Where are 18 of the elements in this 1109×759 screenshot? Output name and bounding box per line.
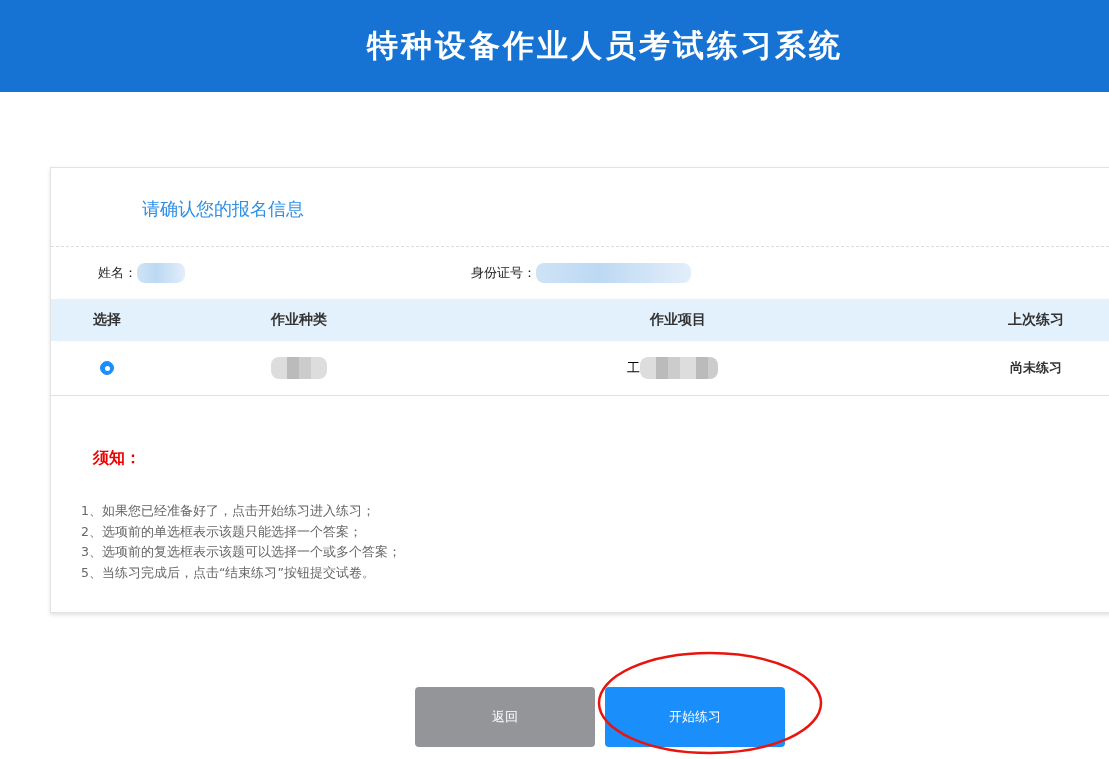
field-label: 身份证号： [471, 264, 536, 282]
notice-item: 5、当练习完成后，点击“结束练习”按钮提交试卷。 [81, 564, 375, 580]
notice-item: 1、如果您已经准备好了，点击开始练习进入练习； [81, 503, 375, 518]
notice-item: 3、选项前的复选框表示该题可以选择一个或多个答案； [81, 544, 401, 559]
column-header: 上次练习 [1008, 311, 1064, 329]
start-button[interactable]: 开始练习 [605, 687, 785, 747]
page-title: 特种设备作业人员考试练习系统 [366, 26, 843, 65]
back-button[interactable]: 返回 [415, 687, 595, 747]
column-header: 选择 [93, 311, 121, 329]
radio-button[interactable] [100, 361, 114, 375]
notice-title: 须知： [93, 448, 141, 467]
column-header: 作业项目 [650, 311, 706, 329]
column-header: 作业种类 [271, 311, 327, 329]
field-label: 姓名： [98, 264, 137, 282]
table-cell: 工 [626, 359, 640, 377]
notice-item: 2、选项前的单选框表示该题只能选择一个答案； [81, 523, 362, 539]
table-cell: 尚未练习 [1010, 359, 1062, 377]
card-title: 请确认您的报名信息 [142, 198, 304, 219]
